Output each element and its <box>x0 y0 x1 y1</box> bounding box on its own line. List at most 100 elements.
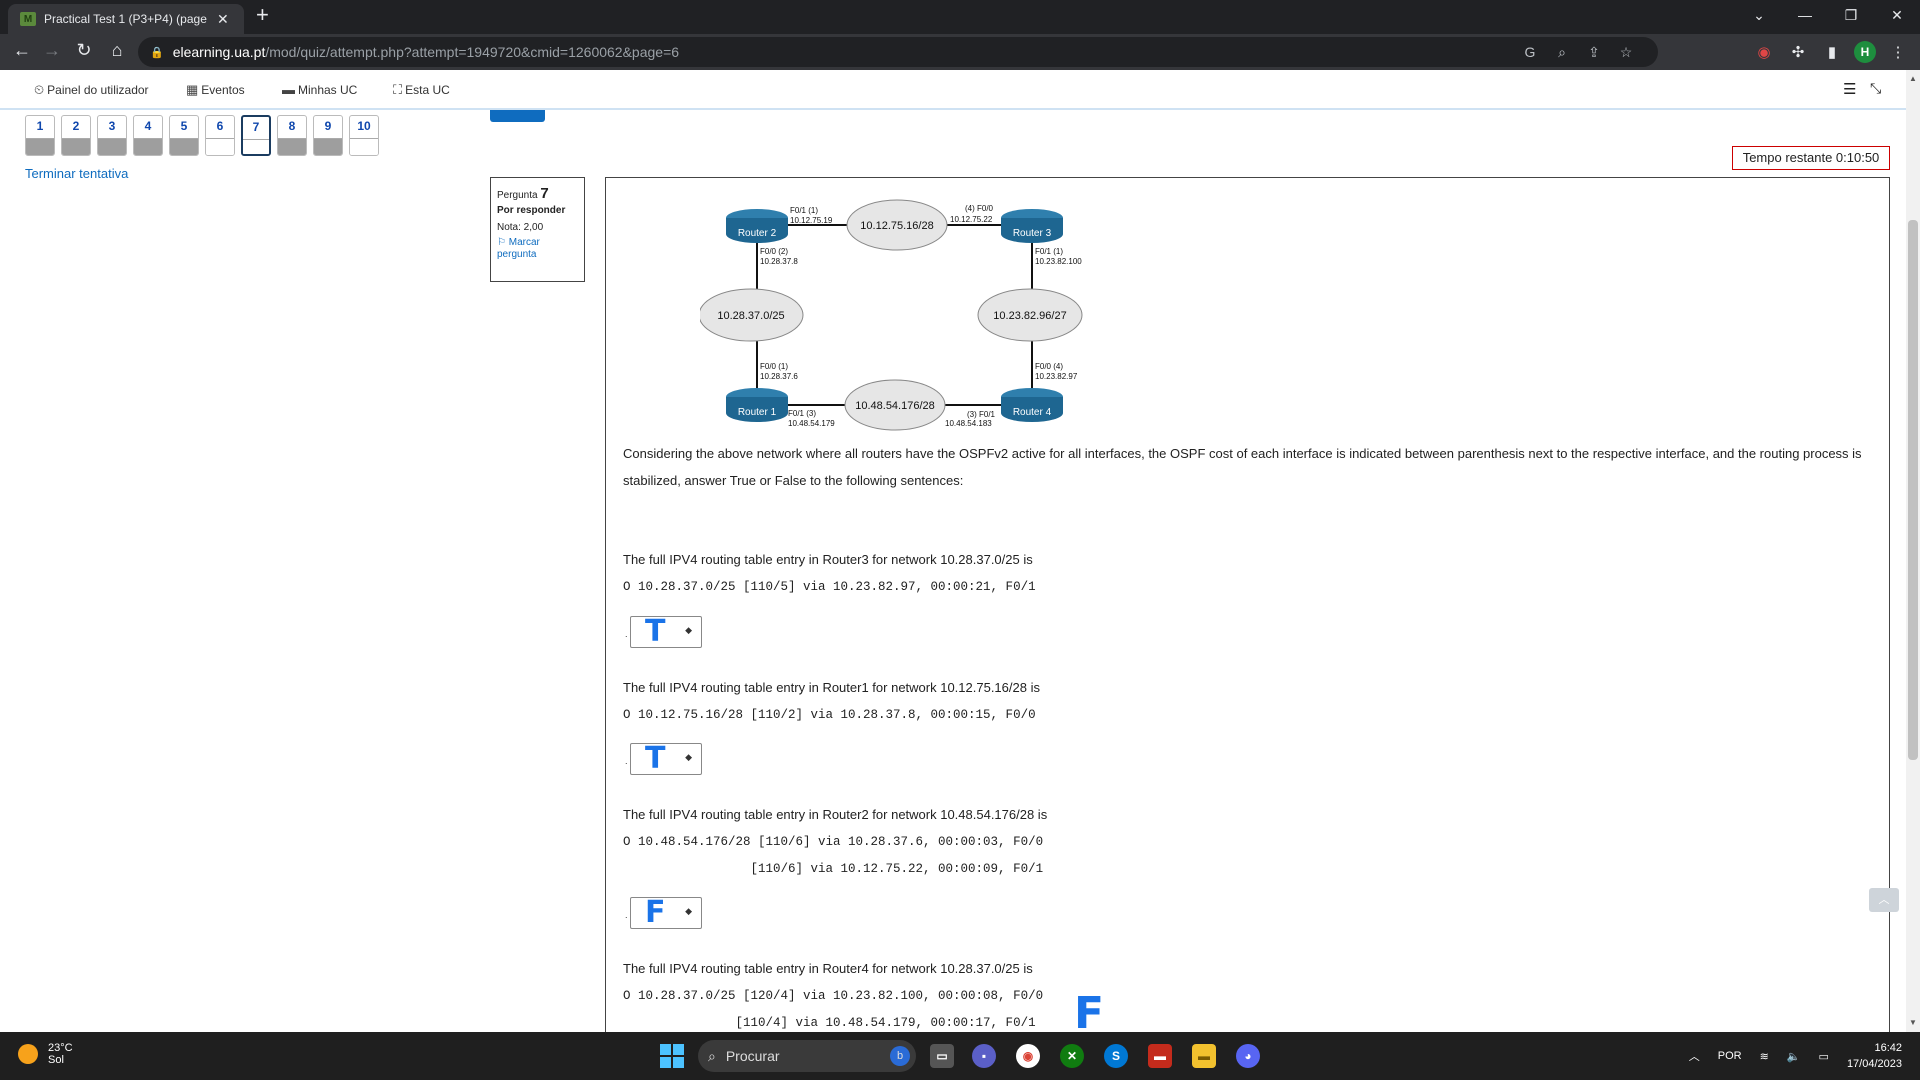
r3-top-ip: 10.12.75.22 <box>950 215 993 224</box>
app-icon[interactable]: ▬ <box>1148 1044 1172 1068</box>
nav-this-course[interactable]: ⛶ Esta UC <box>393 82 450 98</box>
quiz-nav-status-bar <box>170 138 198 155</box>
reload-icon[interactable]: ↻ <box>72 40 96 61</box>
statement-2-handwritten: T <box>645 741 666 776</box>
teams-chat-icon[interactable]: ▪ <box>972 1044 996 1068</box>
statement-4-code-line-1: O 10.28.37.0/25 [120/4] via 10.23.82.100… <box>623 989 1044 1003</box>
weather-widget[interactable]: 23°C Sol <box>18 1042 73 1066</box>
statement-2-dot: . <box>625 756 628 766</box>
quiz-nav-button-label: 7 <box>252 120 260 134</box>
net-bottom-label: 10.48.54.176/28 <box>855 400 935 412</box>
quiz-nav-button[interactable]: 2 <box>61 115 91 156</box>
weather-temp: 23°C <box>48 1042 73 1054</box>
system-tray: ︿ POR ≋ 🔈 ▭ 16:42 17/04/2023 <box>1689 1032 1920 1080</box>
flag-question-link[interactable]: ⚐ Marcar pergunta <box>497 237 578 261</box>
browser-tab[interactable]: M Practical Test 1 (P3+P4) (page 7 of 10… <box>8 4 244 34</box>
quiz-nav-button[interactable]: 4 <box>133 115 163 156</box>
statement-2-text: The full IPV4 routing table entry in Rou… <box>623 680 1040 695</box>
google-lens-icon[interactable]: G <box>1516 37 1544 67</box>
tab-search-icon[interactable]: ⌄ <box>1736 0 1782 30</box>
statement-2-code-line-1: O 10.12.75.16/28 [110/2] via 10.28.37.8,… <box>623 708 1036 722</box>
extensions-puzzle-icon[interactable]: ✣ <box>1786 43 1810 61</box>
tray-chevron-icon[interactable]: ︿ <box>1689 1048 1700 1064</box>
back-to-top-button[interactable]: ︿ <box>1869 888 1899 912</box>
question-text: Considering the above network where all … <box>623 446 1862 488</box>
bookmark-star-icon[interactable]: ☆ <box>1612 37 1640 67</box>
side-panel-icon[interactable]: ▮ <box>1820 43 1844 61</box>
quiz-nav-button-label: 4 <box>144 119 152 133</box>
home-icon[interactable]: ⌂ <box>105 40 129 61</box>
statement-1-code-line-1: O 10.28.37.0/25 [110/5] via 10.23.82.97,… <box>623 580 1036 594</box>
r2-down-if: F0/0 (2) <box>760 247 788 256</box>
extension-icon[interactable]: ◉ <box>1752 43 1776 61</box>
forward-icon[interactable]: → <box>40 40 64 61</box>
new-tab-button[interactable]: + <box>256 2 269 28</box>
statement-2-answer-select[interactable]: . T ◆ <box>625 741 702 776</box>
statement-3-dot: . <box>625 910 628 920</box>
moodle-favicon-icon: M <box>20 12 36 26</box>
volume-icon[interactable]: 🔈 <box>1787 1050 1801 1063</box>
submit-button-edge[interactable] <box>490 110 545 122</box>
minimize-button[interactable]: — <box>1782 0 1828 30</box>
scroll-down-arrow-icon[interactable]: ▼ <box>1906 1018 1920 1027</box>
clock[interactable]: 16:42 17/04/2023 <box>1847 1040 1902 1072</box>
quiz-nav-button[interactable]: 6 <box>205 115 235 156</box>
close-window-button[interactable]: ✕ <box>1874 0 1920 30</box>
quiz-nav-button[interactable]: 7 <box>241 115 271 156</box>
nav-events[interactable]: ▦ Eventos <box>186 82 245 98</box>
task-view-icon[interactable]: ▭ <box>930 1044 954 1068</box>
statement-3-answer-select[interactable]: . F ◆ <box>625 895 702 930</box>
nav-my-courses[interactable]: ▬ Minhas UC <box>282 82 357 97</box>
weather-desc: Sol <box>48 1054 64 1066</box>
router-4-label: Router 4 <box>1013 407 1052 418</box>
quiz-nav-button[interactable]: 1 <box>25 115 55 156</box>
profile-avatar-icon[interactable]: H <box>1854 41 1876 63</box>
finish-attempt-link[interactable]: Terminar tentativa <box>25 166 128 181</box>
sitemap-icon: ⛶ <box>393 82 403 97</box>
scroll-up-arrow-icon[interactable]: ▲ <box>1906 74 1920 83</box>
quiz-nav-button-label: 6 <box>216 119 224 133</box>
bing-icon[interactable]: b <box>890 1046 910 1066</box>
quiz-nav-button[interactable]: 5 <box>169 115 199 156</box>
close-tab-icon[interactable]: ✕ <box>217 11 229 28</box>
quiz-nav-button[interactable]: 8 <box>277 115 307 156</box>
statement-1-answer-select[interactable]: . T ◆ <box>625 614 702 649</box>
back-icon[interactable]: ← <box>10 40 34 61</box>
nav-dashboard[interactable]: ⏲ Painel do utilizador <box>34 82 149 98</box>
xbox-icon[interactable]: ✕ <box>1060 1044 1084 1068</box>
share-icon[interactable]: ⇪ <box>1580 37 1608 67</box>
quiz-nav-button-label: 8 <box>288 119 296 133</box>
r1-up-if: F0/0 (1) <box>760 362 788 371</box>
discord-icon[interactable]: ◕ <box>1236 1044 1260 1068</box>
page-scrollbar-thumb[interactable] <box>1908 220 1918 760</box>
browser-toolbar: ← → ↻ ⌂ 🔒 elearning.ua.pt/mod/quiz/attem… <box>0 34 1920 70</box>
windows-start-icon[interactable] <box>660 1044 684 1068</box>
restore-button[interactable]: ❐ <box>1828 0 1874 30</box>
battery-icon[interactable]: ▭ <box>1819 1050 1829 1063</box>
select-arrow-icon: ◆ <box>685 625 692 635</box>
quiz-nav-button-label: 10 <box>357 119 371 133</box>
quiz-nav-status-bar <box>206 138 234 155</box>
windows-taskbar: 23°C Sol ⌕ Procurar b ▭ ▪ ◉ ✕ S ▬ ▬ ◕ ︿ P… <box>0 1032 1920 1080</box>
select-arrow-icon: ◆ <box>685 752 692 762</box>
chrome-icon[interactable]: ◉ <box>1016 1044 1040 1068</box>
menu-kebab-icon[interactable]: ⋮ <box>1886 43 1910 61</box>
list-icon[interactable]: ☰ <box>1843 80 1856 98</box>
question-label: Pergunta <box>497 190 538 201</box>
time-remaining: Tempo restante 0:10:50 <box>1732 146 1890 170</box>
skype-icon[interactable]: S <box>1104 1044 1128 1068</box>
quiz-nav-status-bar <box>62 138 90 155</box>
address-bar[interactable]: 🔒 elearning.ua.pt/mod/quiz/attempt.php?a… <box>138 37 1658 67</box>
taskbar-search[interactable]: ⌕ Procurar b <box>698 1040 916 1072</box>
file-explorer-icon[interactable]: ▬ <box>1192 1044 1216 1068</box>
r3-top-if: (4) F0/0 <box>965 204 994 213</box>
lock-icon[interactable]: 🔒 <box>150 46 164 59</box>
wifi-icon[interactable]: ≋ <box>1760 1050 1769 1063</box>
zoom-icon[interactable]: ⌕ <box>1548 37 1576 67</box>
quiz-nav-button[interactable]: 10 <box>349 115 379 156</box>
quiz-nav-button[interactable]: 9 <box>313 115 343 156</box>
language-indicator[interactable]: POR <box>1718 1050 1742 1062</box>
quiz-nav-button[interactable]: 3 <box>97 115 127 156</box>
calendar-icon: ▦ <box>186 82 199 97</box>
collapse-icon[interactable]: ⤡ <box>1870 80 1881 97</box>
